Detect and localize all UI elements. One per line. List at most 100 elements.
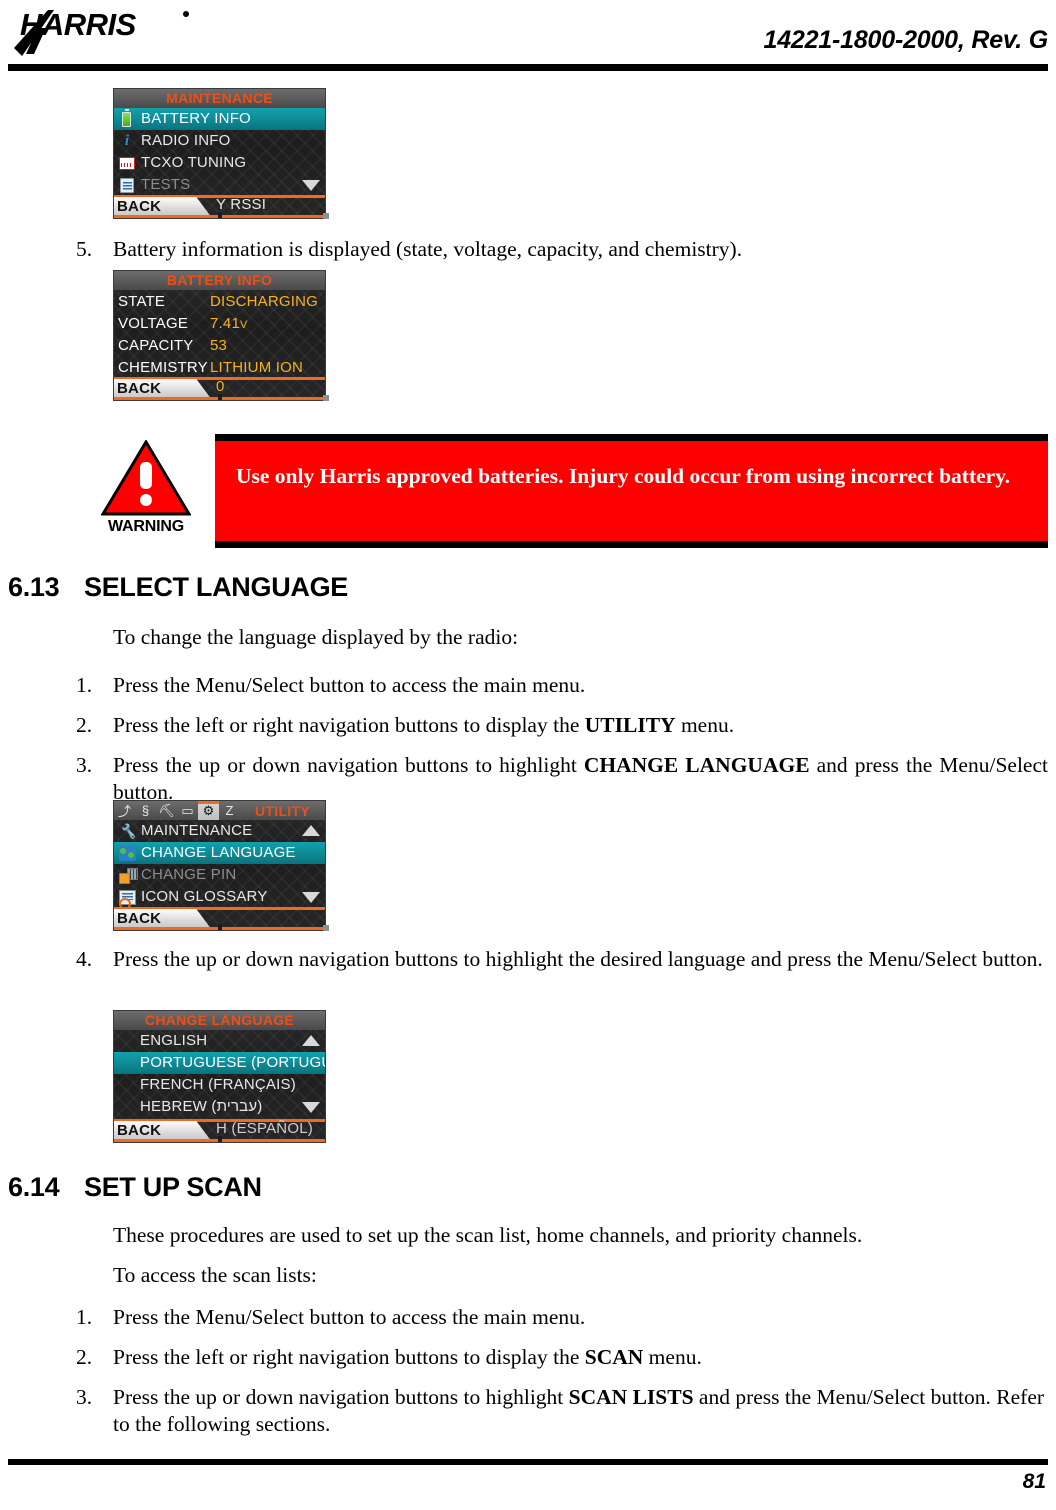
partial-language-row: H (ESPAÑOL)	[216, 1120, 313, 1137]
header-rule	[8, 64, 1048, 71]
menu-item-label: ICON GLOSSARY	[141, 887, 268, 905]
step-number: 3.	[76, 753, 93, 777]
wrench-icon[interactable]: ⛏	[156, 801, 177, 820]
menu-item-label: CHANGE PIN	[141, 865, 237, 883]
language-item-english[interactable]: ENGLISH	[114, 1030, 325, 1052]
sleep-z-icon[interactable]: Z	[219, 801, 240, 820]
scroll-up-arrow-icon[interactable]	[302, 825, 320, 836]
menu-item-battery-info[interactable]: BATTERY INFO	[114, 108, 325, 130]
language-intro-text: To change the language displayed by the …	[113, 625, 519, 649]
glossary-icon	[117, 889, 137, 910]
maintenance-screen-title: MAINTENANCE	[114, 89, 325, 108]
language-step-2: 2. Press the left or right navigation bu…	[76, 712, 1048, 739]
language-item-label: ENGLISH	[140, 1031, 208, 1049]
softkey-bar: BACK Y RSSI	[114, 195, 325, 218]
menu-item-label: CHANGE LANGUAGE	[141, 843, 296, 861]
scroll-down-arrow-icon[interactable]	[302, 180, 320, 191]
speech-bubble-icon[interactable]: ▭	[177, 801, 198, 820]
wrench-icon: 🔧	[119, 822, 137, 839]
warning-text: Use only Harris approved batteries. Inju…	[236, 464, 1011, 488]
language-item-french[interactable]: FRENCH (FRANÇAIS)	[114, 1074, 325, 1096]
menu-item-maintenance[interactable]: 🔧 MAINTENANCE	[114, 820, 325, 842]
section-heading-set-up-scan: 6.14 SET UP SCAN	[8, 1172, 262, 1203]
row-key: CHEMISTRY	[118, 358, 208, 376]
menu-item-label: TESTS	[141, 175, 191, 193]
row-value: LITHIUM ION	[210, 358, 304, 376]
scroll-down-arrow-icon[interactable]	[302, 892, 320, 903]
row-key: STATE	[118, 292, 166, 310]
row-value: 7.41V	[210, 315, 248, 332]
step-text-pre: Press the up or down navigation buttons …	[113, 1385, 569, 1409]
utility-screen-title: UTILITY	[255, 802, 310, 819]
language-step-4: 4. Press the up or down navigation butto…	[76, 946, 1048, 973]
battery-info-row-state: STATE DISCHARGING	[114, 290, 325, 312]
menu-item-change-pin[interactable]: CHANGE PIN	[114, 864, 325, 886]
step-text: Press the left or right navigation butto…	[113, 712, 1048, 739]
menu-item-label: BATTERY INFO	[141, 109, 251, 127]
language-item-label: HEBREW (עברית)	[140, 1097, 263, 1115]
row-value-unit: V	[240, 318, 248, 331]
globe-icon	[117, 845, 137, 862]
step-text: Press the Menu/Select button to access t…	[113, 1305, 586, 1329]
menu-item-icon-glossary[interactable]: ICON GLOSSARY	[114, 886, 325, 910]
scan-intro-text-1: These procedures are used to set up the …	[113, 1223, 863, 1247]
partial-menu-row: Y RSSI	[216, 196, 267, 213]
menu-item-tests[interactable]: TESTS	[114, 174, 325, 196]
language-item-hebrew[interactable]: HEBREW (עברית)	[114, 1096, 325, 1118]
battery-info-screen-image: BATTERY INFO STATE DISCHARGING VOLTAGE 7…	[113, 270, 326, 401]
scroll-down-arrow-icon[interactable]	[302, 1102, 320, 1113]
step-text-pre: Press the left or right navigation butto…	[113, 713, 585, 737]
step-number: 2.	[76, 1345, 93, 1369]
warning-box	[215, 434, 1048, 548]
gear-icon[interactable]: ⚙	[198, 801, 219, 820]
row-value: DISCHARGING	[210, 292, 319, 310]
language-item-label: PORTUGUESE (PORTUGUÊS)	[140, 1053, 325, 1071]
step-text-bold: CHANGE LANGUAGE	[583, 753, 810, 777]
section-title: SET UP SCAN	[84, 1172, 262, 1202]
menu-item-change-language[interactable]: CHANGE LANGUAGE	[114, 842, 325, 864]
phone-hook-icon[interactable]: ⤴	[114, 801, 135, 820]
change-language-screen-title: CHANGE LANGUAGE	[114, 1011, 325, 1030]
step-text: Press the up or down navigation buttons …	[113, 947, 1043, 971]
svg-text:HARRIS: HARRIS	[20, 7, 137, 42]
scroll-up-arrow-icon[interactable]	[302, 1035, 320, 1046]
row-value: 53	[210, 336, 228, 354]
battery-info-row-capacity: CAPACITY 53	[114, 334, 325, 356]
section-heading-select-language: 6.13 SELECT LANGUAGE	[8, 572, 348, 603]
utility-tab-bar: ⤴ § ⛏ ▭ ⚙ Z UTILITY	[114, 801, 325, 820]
language-step-3: 3. Press the up or down navigation butto…	[76, 752, 1048, 806]
menu-item-radio-info[interactable]: i RADIO INFO	[114, 130, 325, 152]
footer-rule	[8, 1459, 1048, 1465]
step-text-post: menu.	[643, 1345, 702, 1369]
step-number: 4.	[76, 947, 93, 971]
warning-triangle-icon	[100, 439, 192, 516]
softkey-bar: BACK H (ESPAÑOL)	[114, 1119, 325, 1142]
section-number: 6.13	[8, 572, 60, 602]
menu-item-tcxo-tuning[interactable]: TCXO TUNING	[114, 152, 325, 174]
info-icon: i	[124, 132, 130, 149]
page-number: 81	[1022, 1470, 1046, 1493]
softkey-center-mark	[217, 394, 222, 400]
softkey-bar: BACK 0	[114, 377, 325, 400]
battery-info-screen-title: BATTERY INFO	[114, 271, 325, 290]
step-5: 5. Battery information is displayed (sta…	[76, 236, 1048, 263]
tcxo-icon	[117, 155, 137, 172]
row-key: CAPACITY	[118, 336, 194, 354]
language-item-portuguese[interactable]: PORTUGUESE (PORTUGUÊS)	[114, 1052, 325, 1074]
step-number: 1.	[76, 673, 93, 697]
tests-icon	[117, 177, 137, 194]
menu-item-label: MAINTENANCE	[141, 821, 253, 839]
battery-info-row-voltage: VOLTAGE 7.41V	[114, 312, 325, 334]
softkey-center-mark	[217, 924, 222, 930]
step-text-bold: SCAN	[584, 1345, 644, 1369]
language-step-1: 1. Press the Menu/Select button to acces…	[76, 672, 1048, 699]
section-sign-icon[interactable]: §	[135, 801, 156, 820]
step-text: Press the Menu/Select button to access t…	[113, 673, 586, 697]
step-text-bold: UTILITY	[584, 713, 676, 737]
scan-step-2: 2. Press the left or right navigation bu…	[76, 1344, 1048, 1371]
utility-screen-image: ⤴ § ⛏ ▭ ⚙ Z UTILITY 🔧 MAINTENANCE CHANGE…	[113, 800, 326, 931]
screen-corner-nub	[323, 395, 329, 401]
step-text-bold: SCAN LISTS	[568, 1385, 694, 1409]
harris-logo: HARRIS	[8, 4, 258, 66]
document-number: 14221-1800-2000, Rev. G	[763, 26, 1048, 54]
